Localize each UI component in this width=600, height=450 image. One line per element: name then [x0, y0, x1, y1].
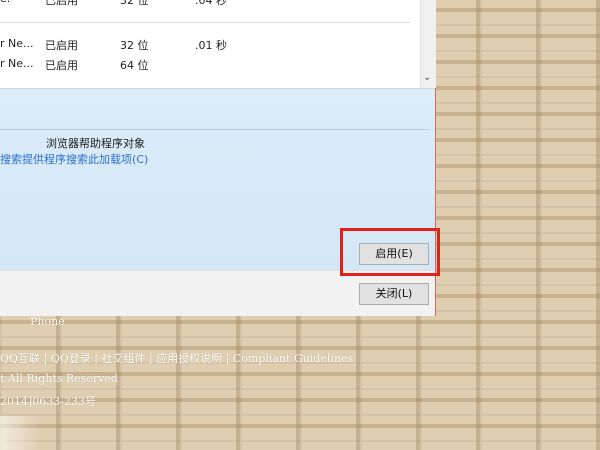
addon-type-label: 浏览器帮助程序对象	[46, 137, 145, 150]
highlight-annotation-box	[340, 228, 440, 276]
addon-name: r Ne...	[0, 37, 34, 50]
addon-architecture: 64 位	[120, 59, 149, 72]
addon-load-time: .01 秒	[195, 39, 227, 52]
addon-list: e. 已启用 32 位 .04 秒 r Ne... 已启用 32 位 .01 秒…	[0, 0, 420, 88]
addon-status: 已启用	[45, 39, 78, 52]
addon-name: e.	[0, 0, 10, 5]
chevron-down-icon[interactable]: ⌄	[423, 72, 431, 83]
addon-load-time: .04 秒	[195, 0, 227, 7]
addon-architecture: 32 位	[120, 0, 149, 7]
close-button[interactable]: 关闭(L)	[359, 283, 429, 305]
search-addon-link[interactable]: 搜索提供程序搜索此加载项(C)	[0, 151, 148, 167]
row-divider	[0, 22, 410, 23]
addon-status: 已启用	[45, 59, 78, 72]
addon-architecture: 32 位	[120, 39, 149, 52]
details-divider	[0, 129, 430, 130]
footer-links[interactable]: QQ互联 | QQ登录 | 社交组件 | 应用授权说明 | Compliant …	[0, 350, 353, 366]
addon-name: r Ne...	[0, 57, 34, 70]
footer-phone-text: Phone	[30, 315, 65, 328]
bottom-left-fade	[0, 416, 40, 450]
footer-icp-text: 2014]0633-233号	[0, 395, 96, 408]
addon-status: 已启用	[45, 0, 78, 7]
footer-rights-text: t All Rights Reserved	[0, 372, 118, 385]
